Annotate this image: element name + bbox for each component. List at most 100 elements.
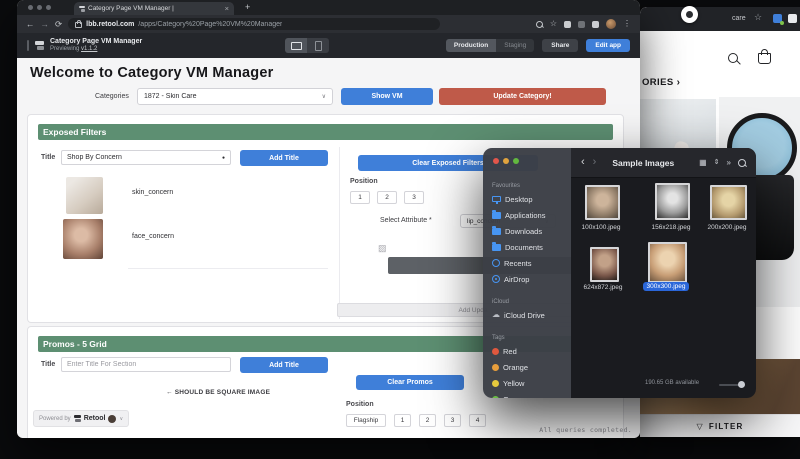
position-button-1[interactable]: 1 [394, 414, 411, 427]
sidebar-item-downloads[interactable]: Downloads [492, 223, 568, 239]
view-options-icon[interactable]: ▦ [699, 159, 707, 167]
file-thumbnail-selected[interactable] [648, 242, 687, 283]
finder-toolbar: ‹ › Sample Images ▦ ⇕ » [571, 148, 756, 178]
bookmark-star-icon[interactable]: ☆ [754, 12, 762, 23]
desktop-icon [492, 196, 501, 202]
desktop-view-toggle[interactable] [285, 38, 307, 53]
file-thumbnail[interactable] [590, 247, 619, 282]
menu-kebab-icon[interactable]: ⋮ [623, 20, 631, 28]
address-bar[interactable]: lbb.retool.com /apps/Category%20Page%20V… [68, 18, 440, 30]
more-toolbar-icon[interactable]: » [727, 159, 731, 167]
add-title-button[interactable]: Add Title [240, 357, 328, 373]
env-staging[interactable]: Staging [496, 39, 534, 52]
position-button-flagship[interactable]: Flagship [346, 414, 386, 427]
sidebar-item-icloud-drive[interactable]: ☁iCloud Drive [492, 307, 568, 323]
window-controls[interactable] [493, 158, 519, 164]
back-icon[interactable]: ‹ [581, 157, 585, 168]
categories-label: Categories [95, 93, 129, 100]
sort-icon[interactable]: ⇕ [714, 159, 720, 166]
sidebar-tag-green[interactable]: Green [492, 391, 568, 398]
title-label: Title [41, 154, 55, 161]
sidebar-tag-red[interactable]: Red [492, 343, 568, 359]
skin-concern-thumbnail[interactable] [66, 177, 103, 214]
promos-title-input[interactable] [61, 357, 231, 372]
sidebar-item-airdrop[interactable]: AirDrop [492, 271, 568, 287]
update-category-button[interactable]: Update Category! [439, 88, 606, 105]
position-button-2[interactable]: 2 [419, 414, 436, 427]
desktop-icon [291, 42, 302, 50]
position-button-2[interactable]: 2 [377, 191, 397, 204]
forward-icon[interactable]: › [593, 157, 597, 168]
clear-promos-button[interactable]: Clear Promos [356, 375, 464, 390]
browser-toolbar: ← → ⟳ lbb.retool.com /apps/Category%20Pa… [17, 15, 640, 33]
file-name[interactable]: 156x218.jpeg [641, 224, 701, 231]
sidebar-item-applications[interactable]: Applications [492, 207, 568, 223]
sidebar-tag-orange[interactable]: Orange [492, 359, 568, 375]
file-thumbnail[interactable] [655, 183, 690, 220]
close-window-button[interactable] [493, 158, 499, 164]
powered-by-retool-badge[interactable]: Powered by Retool ∨ [33, 410, 129, 427]
sidebar-item-recents[interactable]: Recents [492, 255, 568, 271]
position-button-3[interactable]: 3 [444, 414, 461, 427]
finder-window-title: Sample Images [612, 158, 674, 168]
icon-size-slider-knob[interactable] [738, 381, 745, 388]
sidebar-item-desktop[interactable]: Desktop [492, 191, 568, 207]
position-button-3[interactable]: 3 [404, 191, 424, 204]
extension-icon[interactable] [773, 14, 782, 23]
extension-icon[interactable] [578, 21, 585, 28]
extension-icon[interactable] [564, 21, 571, 28]
file-name[interactable]: 200x200.jpeg [697, 224, 756, 231]
category-select[interactable]: 1872 - Skin Care ∨ [137, 88, 333, 105]
show-vm-button[interactable]: Show VM [341, 88, 433, 105]
position-button-4[interactable]: 4 [469, 414, 486, 427]
new-tab-button[interactable]: + [245, 2, 250, 12]
file-name[interactable]: 100x100.jpeg [571, 224, 631, 231]
previewing-version: Previewing v1.1.2 [50, 46, 142, 53]
bookmark-star-icon[interactable]: ☆ [550, 20, 557, 28]
sidebar-item-documents[interactable]: Documents [492, 239, 568, 255]
edit-app-button[interactable]: Edit app [586, 39, 630, 52]
input-dot-icon[interactable]: ● [222, 155, 225, 161]
sidebar-tag-yellow[interactable]: Yellow [492, 375, 568, 391]
back-icon[interactable]: ← [26, 20, 35, 29]
extension-icon[interactable] [592, 21, 599, 28]
position-button-1[interactable]: 1 [350, 191, 370, 204]
add-title-button[interactable]: Add Title [240, 150, 328, 166]
share-button[interactable]: Share [542, 39, 578, 52]
exposed-title-input[interactable]: ● [61, 150, 231, 165]
device-toggle [285, 38, 329, 53]
version-link[interactable]: v1.1.2 [81, 46, 97, 52]
search-icon[interactable] [738, 159, 746, 167]
divider [339, 147, 340, 319]
profile-avatar[interactable] [606, 19, 616, 29]
broken-image-icon: ▨ [378, 243, 387, 254]
browser-tab[interactable]: Category Page VM Manager | × [74, 2, 234, 15]
search-icon[interactable] [536, 21, 543, 28]
background-browser-toolbar: care ☆ [640, 7, 800, 31]
forward-icon[interactable]: → [41, 20, 50, 29]
env-production[interactable]: Production [446, 39, 496, 52]
file-thumbnail[interactable] [585, 185, 620, 220]
reload-icon[interactable]: ⟳ [55, 20, 62, 29]
search-icon[interactable] [728, 53, 738, 63]
minimize-window-button[interactable] [503, 158, 509, 164]
square-image-note: ← SHOULD BE SQUARE IMAGE [166, 389, 270, 396]
file-name[interactable]: 624x872.jpeg [573, 284, 633, 291]
file-thumbnail[interactable] [710, 185, 747, 220]
list-item-label: face_concern [132, 233, 174, 240]
window-controls[interactable] [28, 5, 51, 10]
recording-indicator[interactable] [681, 6, 698, 23]
clock-icon [492, 259, 500, 267]
finder-toolbar-icons: ▦ ⇕ » [699, 159, 746, 167]
filter-button[interactable]: ▽ FILTER [640, 414, 800, 437]
face-concern-thumbnail[interactable] [63, 219, 103, 259]
sidebar-sections: Favourites Desktop Applications Download… [492, 176, 568, 398]
shopping-bag-icon[interactable] [758, 53, 771, 64]
file-name-selected[interactable]: 300x300.jpeg [637, 283, 695, 290]
close-tab-icon[interactable]: × [225, 4, 229, 13]
mobile-view-toggle[interactable] [307, 38, 329, 53]
extension-icon[interactable] [788, 14, 797, 23]
drag-handle[interactable] [27, 40, 29, 51]
filter-label: FILTER [709, 422, 744, 431]
zoom-window-button[interactable] [513, 158, 519, 164]
